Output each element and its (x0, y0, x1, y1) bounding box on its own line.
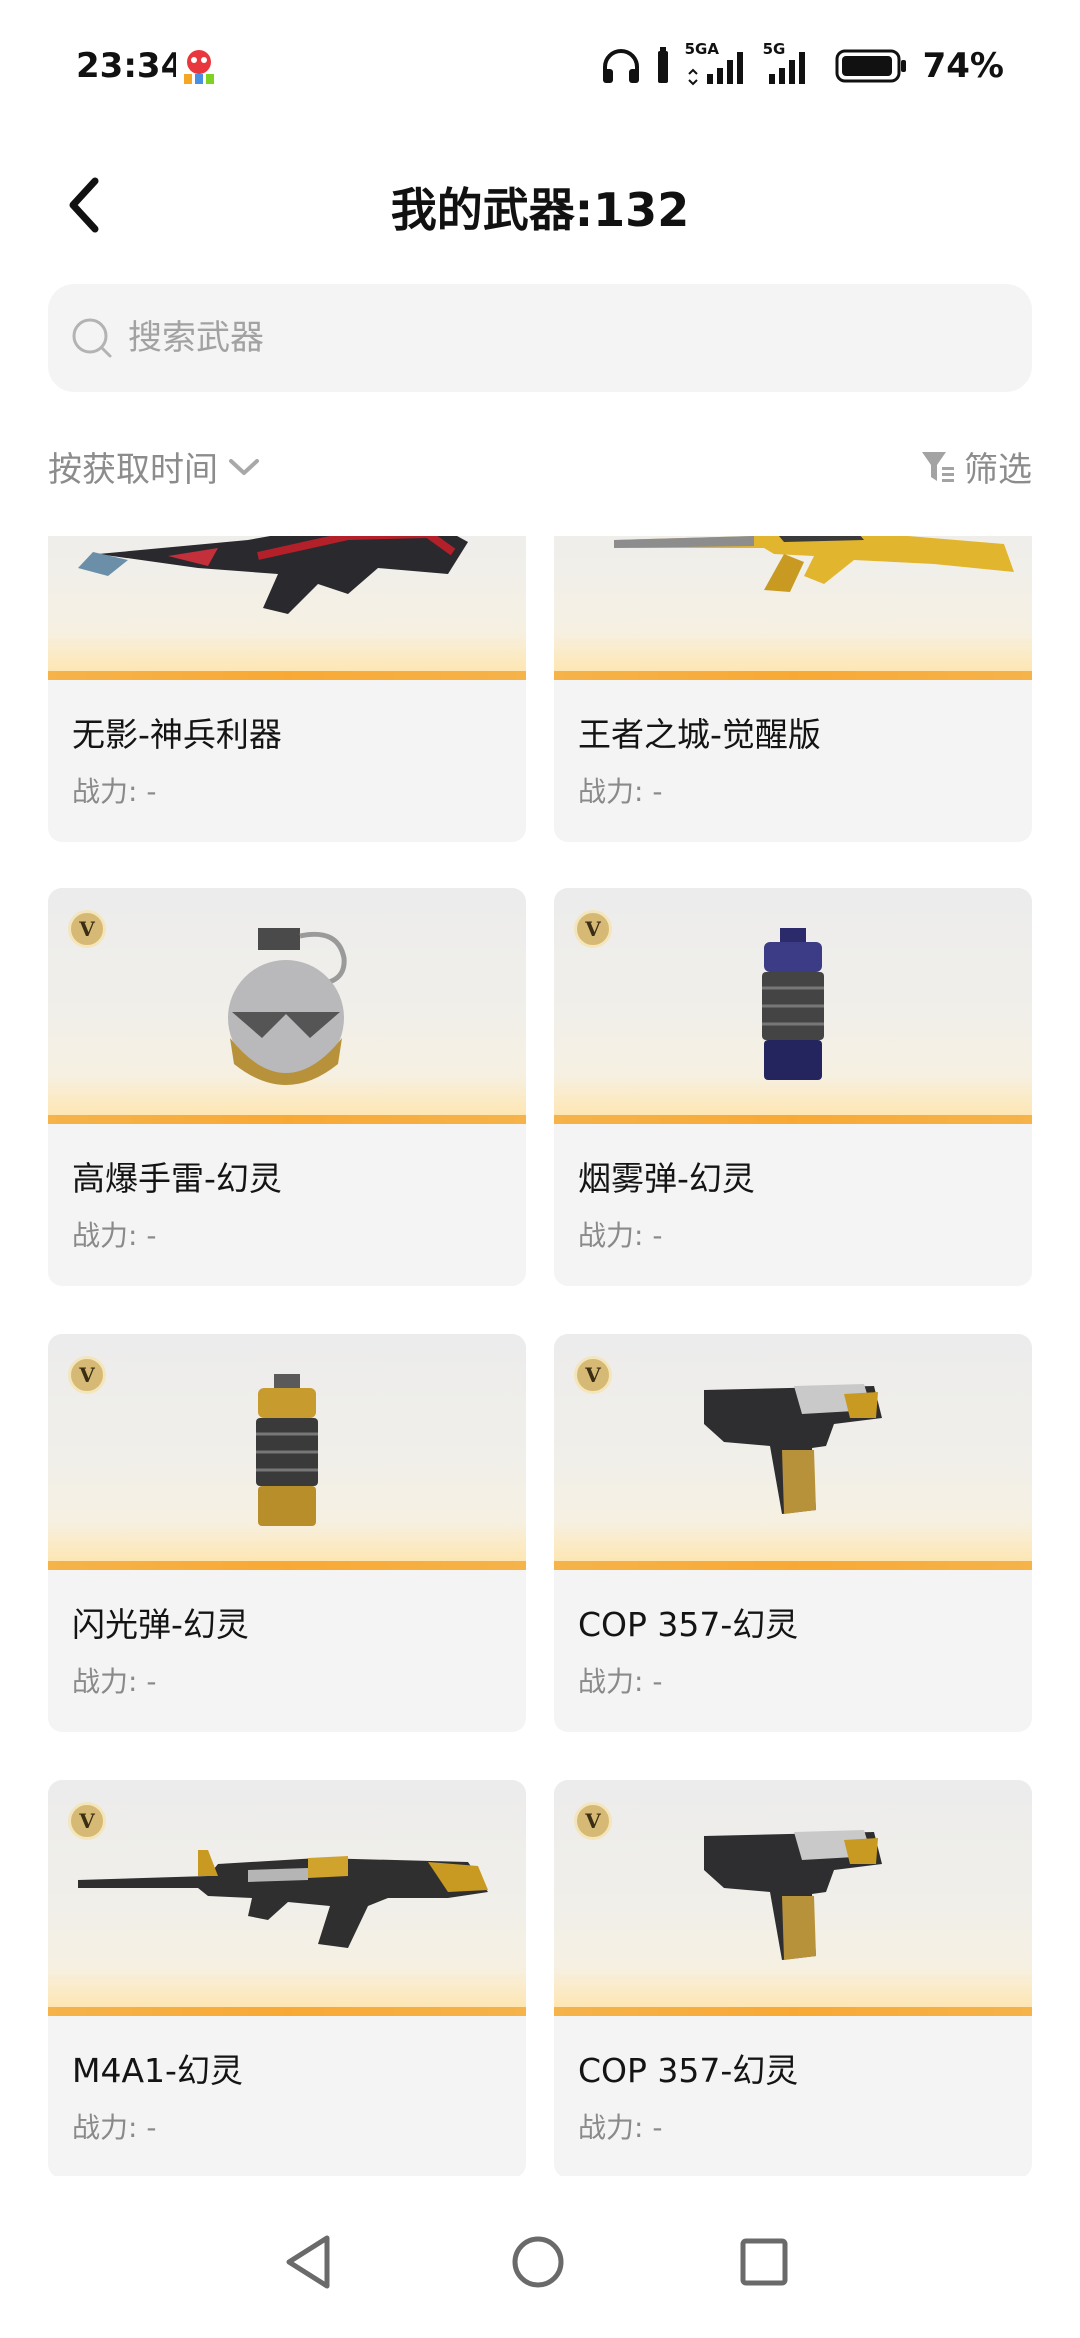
grenade-image (228, 928, 347, 1085)
weapon-power: 战力: - (72, 775, 157, 808)
weapon-power: 战力: - (72, 2111, 157, 2144)
status-time: 23:34 (76, 46, 185, 86)
triangle-back-icon (286, 2235, 330, 2289)
weapon-card[interactable]: V COP 357-幻灵 战力: - (554, 1334, 1032, 1732)
filter-label: 筛选 (964, 450, 1032, 490)
weapon-name: 烟雾弹-幻灵 (578, 1159, 755, 1198)
vip-badge-icon: V (68, 1356, 106, 1394)
weapon-card[interactable]: 无影-神兵利器 战力: - (48, 536, 526, 842)
weapon-name: COP 357-幻灵 (578, 1605, 799, 1644)
weapon-image: V (48, 1780, 526, 2016)
flash-grenade-image (256, 1374, 318, 1526)
pistol-image (704, 1384, 882, 1514)
weapon-power: 战力: - (72, 1219, 157, 1252)
weapon-rifle-image (78, 1850, 488, 1948)
battery-icon (835, 48, 909, 84)
weapon-power: 战力: - (578, 1665, 663, 1698)
weapon-image: V (48, 1334, 526, 1570)
weapon-name: 闪光弹-幻灵 (72, 1605, 249, 1644)
square-recents-icon (740, 2238, 788, 2286)
weapon-name: 王者之城-觉醒版 (578, 715, 821, 754)
weapon-image: V (554, 888, 1032, 1124)
weapon-power: 战力: - (578, 775, 663, 808)
weapon-card[interactable]: V M4A1-幻灵 战力: - (48, 1780, 526, 2176)
weapon-name: COP 357-幻灵 (578, 2051, 799, 2090)
sort-label: 按获取时间 (48, 450, 218, 490)
weapon-name: M4A1-幻灵 (72, 2051, 243, 2090)
weapon-rifle-image (78, 536, 468, 614)
weapon-image: V (554, 1334, 1032, 1570)
vip-badge-icon: V (574, 1356, 612, 1394)
nav-back-button[interactable] (268, 2222, 348, 2302)
weapon-power: 战力: - (578, 1219, 663, 1252)
pistol-image (704, 1830, 882, 1960)
headphones-icon (601, 47, 641, 85)
circle-home-icon (512, 2236, 564, 2288)
charging-indicator-icon (655, 47, 671, 85)
weapon-grid: 无影-神兵利器 战力: - 王者之城-觉醒版 战力: - V 高爆手雷-幻灵 战… (0, 536, 1080, 2176)
weapon-name: 高爆手雷-幻灵 (72, 1159, 282, 1198)
search-bar[interactable] (48, 284, 1032, 392)
smoke-grenade-image (762, 928, 824, 1080)
weapon-card[interactable]: V 闪光弹-幻灵 战力: - (48, 1334, 526, 1732)
header: 我的武器:132 (0, 150, 1080, 260)
weapon-card[interactable]: V 烟雾弹-幻灵 战力: - (554, 888, 1032, 1286)
page-title: 我的武器:132 (390, 183, 690, 237)
weapon-image: V (48, 888, 526, 1124)
nav-recents-button[interactable] (724, 2222, 804, 2302)
sort-dropdown[interactable]: 按获取时间 (48, 442, 260, 491)
filter-button[interactable]: 筛选 (920, 442, 1032, 491)
vip-badge-icon: V (574, 1802, 612, 1840)
vip-badge-icon: V (574, 910, 612, 948)
weapon-image: V (554, 1780, 1032, 2016)
system-nav-bar (0, 2200, 1080, 2338)
weapon-rifle-image (614, 536, 1014, 592)
sort-filter-bar: 按获取时间 筛选 (48, 436, 1032, 496)
vip-badge-icon: V (68, 910, 106, 948)
signal-5ga-icon: 5GA (685, 40, 749, 88)
weapon-card[interactable]: V COP 357-幻灵 战力: - (554, 1780, 1032, 2176)
signal-5g-icon: 5G (763, 40, 821, 88)
search-icon (72, 318, 112, 358)
chevron-down-icon (229, 458, 259, 475)
weapon-card[interactable]: V 高爆手雷-幻灵 战力: - (48, 888, 526, 1286)
vip-badge-icon: V (68, 1802, 106, 1840)
weapon-power: 战力: - (578, 2111, 663, 2144)
battery-percentage: 74% (922, 46, 1004, 86)
filter-icon (922, 451, 954, 482)
weapon-name: 无影-神兵利器 (72, 715, 282, 754)
weapon-card[interactable]: 王者之城-觉醒版 战力: - (554, 536, 1032, 842)
weapon-image (48, 536, 526, 680)
status-indicators: 5GA 5G 74% (601, 40, 1004, 88)
weapon-image (554, 536, 1032, 680)
weapon-power: 战力: - (72, 1665, 157, 1698)
status-bar: 23:34 5GA 5G 74% (0, 0, 1080, 130)
nav-home-button[interactable] (498, 2222, 578, 2302)
search-input[interactable] (128, 318, 928, 358)
app-notification-icon (176, 44, 222, 90)
